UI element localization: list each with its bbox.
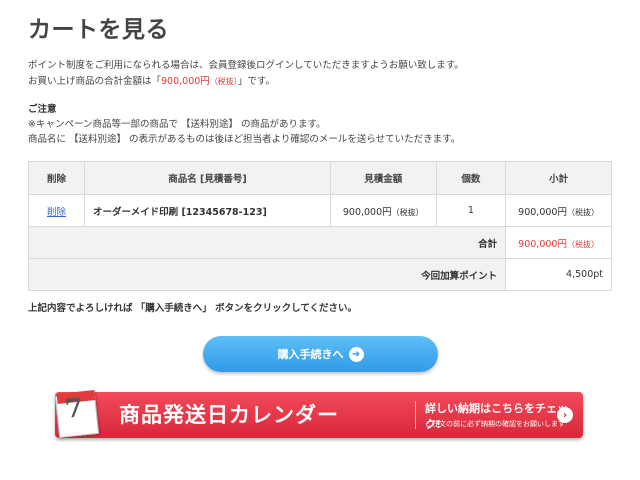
subtotal-cell: 900,000円（税抜） [505,194,612,227]
subtotal-tax: （税抜） [566,207,599,217]
calendar-icon: 7 [51,384,101,438]
checkout-button[interactable]: 購入手続きへ ➜ [203,336,438,372]
total-tax: （税抜） [566,239,599,249]
total-value: 900,000円 [518,238,567,250]
header-product-name: 商品名 [見積番号] [84,161,331,195]
shipping-calendar-banner[interactable]: 7 商品発送日カレンダー 詳しい納期はこちらをチェック! ご注文の前に必ず納期の… [54,390,583,438]
notice-line-1: ※キャンペーン商品等一部の商品で 【送料別途】 の商品があります。 [28,119,326,130]
intro-line-2-suffix: 」です。 [237,76,275,87]
product-name: オーダーメイド印刷 [12345678-123] [93,206,267,218]
intro-text: ポイント制度をご利用になられる場合は、会員登録後ログインしていただきますようお願… [28,58,628,90]
price-value: 900,000円 [342,206,392,218]
total-label: 合計 [27,226,507,259]
notice-heading: ご注意 [28,104,57,115]
page-title: カートを見る [28,17,169,43]
confirm-instruction: 上記内容でよろしければ 「購入手続きへ」 ボタンをクリックしてください。 [28,303,358,314]
points-label: 今回加算ポイント [27,258,507,291]
header-subtotal: 小計 [505,161,612,195]
total-value-cell: 900,000円（税抜） [505,226,612,259]
points-value: 4,500pt [505,258,612,291]
subtotal-value: 900,000円 [518,206,567,218]
cart-table: 削除 商品名 [見積番号] 見積金額 個数 小計 削除 オーダーメイド印刷 [1… [27,161,612,291]
delete-link[interactable]: 削除 [47,207,66,218]
cart-page: カートを見る ポイント制度をご利用になられる場合は、会員登録後ログインしていただ… [0,0,640,480]
banner-note: ご注文の前に必ず納期の確認をお願いします [425,420,565,428]
quantity-cell: 1 [435,194,507,227]
intro-total-tax: （税抜） [209,77,238,86]
notice-line-2: 商品名に 【送料別途】 の表示があるものは後ほど担当者より確認のメールを送らせて… [28,134,461,145]
intro-line-1: ポイント制度をご利用になられる場合は、会員登録後ログインしていただきますようお願… [28,60,464,71]
header-quantity: 個数 [435,161,507,195]
calendar-day-number: 7 [63,393,85,425]
product-name-cell: オーダーメイド印刷 [12345678-123] [84,194,331,227]
intro-total-amount: 900,000円 [161,76,210,87]
price-tax: （税抜） [391,207,424,217]
arrow-right-circle-icon: ➜ [348,346,364,362]
intro-line-2-prefix: お買い上げ商品の合計金額は「 [28,76,162,87]
delete-cell: 削除 [27,194,86,227]
notice-block: ご注意 ※キャンペーン商品等一部の商品で 【送料別途】 の商品があります。 商品… [28,102,628,147]
chevron-right-icon: › [557,407,573,423]
checkout-button-label: 購入手続きへ [277,348,344,361]
total-row: 合計 900,000円（税抜） [27,226,612,259]
header-price: 見積金額 [329,161,437,195]
intro-line-2: お買い上げ商品の合計金額は「900,000円（税抜）」です。 [28,74,628,90]
points-row: 今回加算ポイント 4,500pt [27,258,612,291]
header-delete: 削除 [27,161,86,195]
cart-header-row: 削除 商品名 [見積番号] 見積金額 個数 小計 [27,161,612,195]
table-row: 削除 オーダーメイド印刷 [12345678-123] 900,000円（税抜）… [27,194,612,227]
banner-divider [415,401,416,429]
banner-title: 商品発送日カレンダー [119,403,339,427]
price-cell: 900,000円（税抜） [329,194,437,227]
